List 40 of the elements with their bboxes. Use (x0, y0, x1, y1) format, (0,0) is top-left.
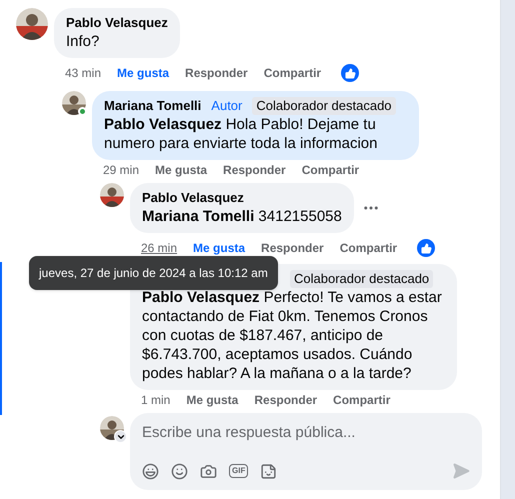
like-reaction-icon[interactable] (341, 64, 360, 82)
camera-icon[interactable] (200, 462, 217, 480)
timestamp[interactable]: 29 min (103, 162, 140, 178)
like-link[interactable]: Me gusta (186, 392, 238, 408)
author-name[interactable]: Mariana Tomelli (104, 97, 202, 115)
comment-text: Pablo Velasquez Hola Pablo! Dejame tu numero para enviarte toda la informacion (104, 115, 378, 153)
timestamp[interactable]: 26 min (141, 240, 178, 256)
avatar[interactable] (62, 91, 86, 115)
emoji-icon[interactable] (171, 462, 188, 480)
timestamp[interactable]: 1 min (141, 392, 170, 408)
author-label: Autor (210, 97, 244, 115)
author-name[interactable]: Pablo Velasquez (142, 189, 244, 207)
comment-text: Info? (66, 32, 100, 51)
share-link[interactable]: Compartir (302, 162, 360, 178)
avatar[interactable] (100, 183, 124, 207)
avatar[interactable] (16, 8, 48, 40)
reply-field[interactable]: Escribe una respuesta pública... GIF (130, 413, 482, 490)
chevron-icon[interactable] (114, 430, 127, 443)
share-link[interactable]: Compartir (333, 392, 390, 408)
comment-text: Mariana Tomelli 3412155058 (142, 207, 342, 226)
like-reaction-icon[interactable] (417, 239, 436, 257)
reply-link[interactable]: Responder (185, 65, 248, 81)
timestamp[interactable]: 43 min (65, 65, 102, 81)
reply-link[interactable]: Responder (254, 392, 318, 408)
share-link[interactable]: Compartir (264, 65, 322, 81)
like-link[interactable]: Me gusta (193, 240, 246, 256)
comment-text: Pablo Velasquez Perfecto! Te vamos a estar contactando de Fiat 0km. Tenemos Cronos con cuotas de $187.467, anticipo de $6.743.700, aceptamos usados. Cuándo podes hablar? A la mañana o a la tarde? (142, 288, 443, 383)
laughing-face-icon[interactable] (142, 462, 159, 480)
reply-link[interactable]: Responder (223, 162, 286, 178)
reply-input[interactable]: Escribe una respuesta pública... (142, 422, 470, 444)
reply-link[interactable]: Responder (261, 240, 324, 256)
featured-contributor-label: Colaborador destacado (290, 270, 434, 288)
tooltip: jueves, 27 de junio de 2024 a las 10:12 am (29, 256, 278, 290)
sticker-icon[interactable] (260, 462, 278, 480)
gif-icon[interactable]: GIF (229, 464, 248, 478)
like-link[interactable]: Me gusta (155, 162, 208, 178)
like-link[interactable]: Me gusta (117, 65, 170, 81)
featured-contributor-label: Colaborador destacado (252, 97, 396, 115)
share-link[interactable]: Compartir (340, 240, 398, 256)
author-name[interactable]: Pablo Velasquez (66, 14, 168, 32)
